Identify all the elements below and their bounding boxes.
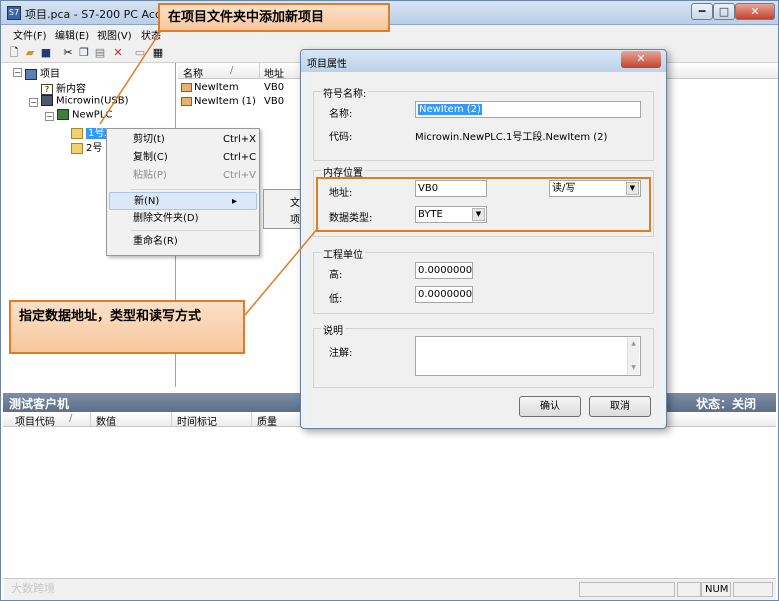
callout-add-item: 在项目文件夹中添加新项目: [158, 3, 390, 32]
callout-specify-address: 指定数据地址，类型和读写方式: [9, 300, 245, 354]
